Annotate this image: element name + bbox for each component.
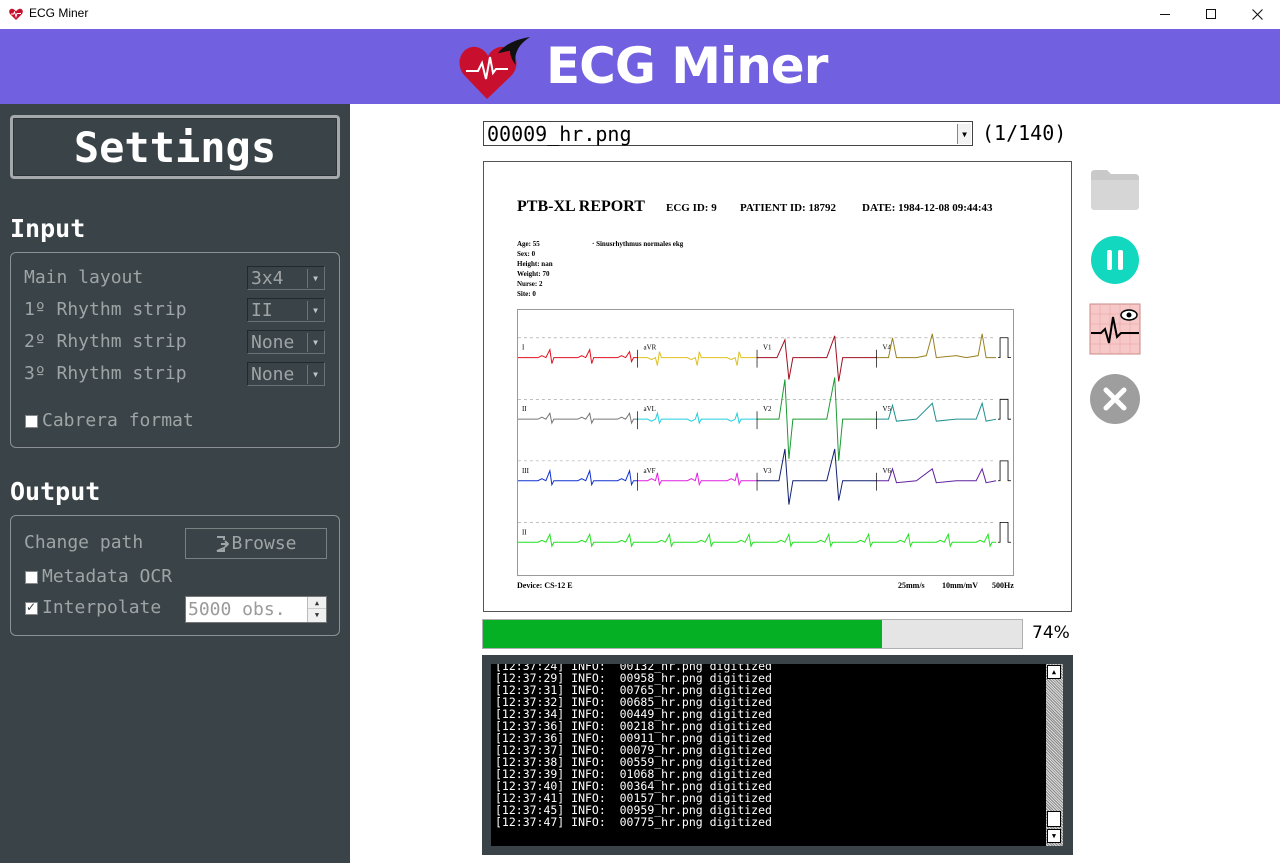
maximize-button[interactable] [1188,0,1234,29]
chevron-down-icon: ▼ [307,269,323,288]
metadata-ocr-label: Metadata OCR [42,566,173,587]
log-scrollbar[interactable]: ▲ ▼ [1046,664,1063,846]
spin-buttons: ▲ ▼ [307,597,326,622]
lead-label: I [522,344,525,352]
browse-button[interactable]: Browse [185,528,327,559]
scroll-thumb[interactable] [1047,811,1061,827]
rhythm1-value: II [251,300,273,321]
window-title: ECG Miner [29,6,89,20]
ecg-traces: I aVR V1 V4 II aVL V2 V5 III aVF V3 V6 I… [517,309,1014,576]
lead-label: III [522,467,530,475]
cabrera-checkbox[interactable] [25,415,38,428]
maximize-icon [1205,9,1216,19]
lead-label: V2 [763,405,772,413]
lead-label: aVF [643,467,655,475]
rhythm3-select[interactable]: None ▼ [247,362,325,386]
lead-label: V6 [883,467,892,475]
app-banner: ECG Miner [0,29,1280,104]
checkmark-icon: ✓ [26,600,37,614]
rhythm2-value: None [251,332,295,353]
main-layout-select[interactable]: 3x4 ▼ [247,266,325,290]
report-age: Age: 55 [517,240,540,248]
metadata-ocr-checkbox[interactable] [25,571,38,584]
lead-label: II [522,528,527,536]
file-select-value: 00009_hr.png [487,122,632,146]
lead-label: II [522,405,527,413]
log-console[interactable]: [12:37:24] INFO: 00132_hr.png digitized[… [491,664,1046,846]
report-sex: Sex: 0 [517,250,536,258]
export-icon [217,535,230,552]
file-counter: (1/140) [982,121,1067,145]
interpolate-label: Interpolate [42,597,162,618]
scroll-down-icon[interactable]: ▼ [1047,829,1061,843]
ecg-view-icon[interactable] [1089,303,1141,355]
input-group: Main layout 3x4 ▼ 1º Rhythm strip II ▼ 2… [10,252,340,448]
close-icon [1251,9,1263,20]
lead-label: aVR [643,344,656,352]
chevron-down-icon: ▼ [307,365,323,384]
report-site: Site: 0 [517,290,536,298]
report-diagnosis: · Sinusrhythmus normales ekg [592,240,684,248]
spin-up-icon[interactable]: ▲ [308,597,326,609]
progress-fill [483,620,882,648]
chevron-down-icon: ▼ [307,333,323,352]
report-patient-id: PATIENT ID: 18792 [740,202,836,214]
settings-title: Settings [73,122,277,172]
main-layout-value: 3x4 [251,268,284,289]
chevron-down-icon: ▼ [957,124,971,144]
banner-title: ECG Miner [546,37,828,95]
ecg-miner-logo-icon [459,37,530,99]
scroll-up-icon[interactable]: ▲ [1047,665,1061,679]
rhythm3-label: 3º Rhythm strip [24,363,187,384]
lead-label: V1 [763,344,772,352]
lead-label: V3 [763,467,772,475]
close-button[interactable] [1234,0,1280,29]
settings-header: Settings [10,115,340,179]
folder-icon[interactable] [1089,164,1141,216]
main-layout-label: Main layout [24,267,144,288]
report-date: DATE: 1984-12-08 09:44:43 [862,202,993,214]
progress-bar [482,619,1023,649]
report-gain: 10mm/mV [942,581,978,590]
log-panel: [12:37:24] INFO: 00132_hr.png digitized[… [482,655,1073,855]
lead-label: aVL [643,405,655,413]
progress-percent: 74% [1032,623,1070,643]
app-heart-icon [9,8,23,20]
interpolate-value: 5000 obs. [188,599,286,620]
report-weight: Weight: 70 [517,270,550,278]
spin-down-icon[interactable]: ▼ [308,609,326,621]
output-group: Change path Browse Metadata OCR ✓ Interp… [10,515,340,636]
rhythm1-select[interactable]: II ▼ [247,298,325,322]
report-speed: 25mm/s [898,581,925,590]
report-device: Device: CS-12 E [517,581,573,590]
rhythm2-label: 2º Rhythm strip [24,331,187,352]
report-title: PTB-XL REPORT [517,198,645,215]
file-select[interactable]: 00009_hr.png ▼ [483,121,973,146]
chevron-down-icon: ▼ [307,301,323,320]
report-frequency: 500Hz [992,581,1014,590]
rhythm1-label: 1º Rhythm strip [24,299,187,320]
interpolate-spinbox[interactable]: 5000 obs. ▲ ▼ [185,596,327,623]
input-heading: Input [10,214,86,243]
report-height: Height: nan [517,260,553,268]
minimize-icon [1159,14,1170,15]
report-ecg-id: ECG ID: 9 [666,202,717,214]
browse-label: Browse [231,533,297,554]
rhythm3-value: None [251,364,295,385]
output-heading: Output [10,477,101,506]
cabrera-label: Cabrera format [42,410,194,431]
window-titlebar: ECG Miner [0,0,1280,29]
change-path-label: Change path [24,532,144,553]
log-line: [12:37:47] INFO: 00775_hr.png digitized [495,815,772,829]
rhythm2-select[interactable]: None ▼ [247,330,325,354]
interpolate-checkbox[interactable]: ✓ [25,600,38,615]
cancel-icon[interactable] [1089,373,1141,425]
ecg-preview: PTB-XL REPORT ECG ID: 9 PATIENT ID: 1879… [483,161,1072,612]
report-nurse: Nurse: 2 [517,280,543,288]
settings-sidebar: Settings Input Main layout 3x4 ▼ 1º Rhyt… [0,104,350,863]
pause-icon[interactable] [1089,234,1141,286]
minimize-button[interactable] [1142,0,1188,29]
